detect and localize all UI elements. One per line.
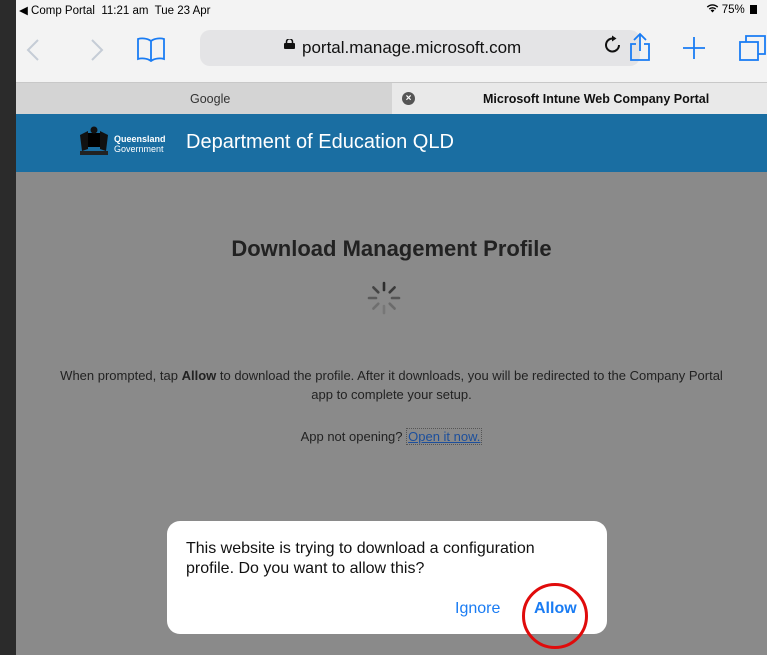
tab-intune-portal[interactable]: × Microsoft Intune Web Company Portal [392,83,767,115]
address-bar[interactable]: portal.manage.microsoft.com [200,30,640,66]
coat-of-arms-icon [80,126,108,155]
wifi-icon [706,4,722,16]
battery-percent: 75% [721,4,745,16]
ignore-button[interactable]: Ignore [455,600,500,618]
back-chevron-icon[interactable] [26,38,40,66]
share-icon[interactable] [628,32,652,66]
instructions-allow-bold: Allow [181,368,217,383]
app-not-opening-text: App not opening? [300,429,407,444]
tab-label: Microsoft Intune Web Company Portal [483,92,710,106]
status-date: Tue 23 Apr [154,5,211,17]
status-left: ◀ Comp Portal 11:21 am Tue 23 Apr [19,3,210,17]
department-title: Department of Education QLD [186,131,454,153]
tab-bar: Google × Microsoft Intune Web Company Po… [16,82,767,115]
instructions-part: When prompted, tap [60,368,182,383]
loading-spinner-icon [367,281,401,315]
logo-line-1: Queensland [114,134,166,144]
bookmarks-book-icon[interactable] [136,36,166,66]
app-not-opening-row: App not opening? Open it now. [16,428,767,445]
site-header-banner: Queensland Government Department of Educ… [16,114,767,172]
page-heading: Download Management Profile [231,236,552,261]
status-right: 75% [706,3,757,16]
open-it-now-link[interactable]: Open it now. [406,428,483,445]
back-to-app-link[interactable]: ◀ Comp Portal [19,5,95,17]
reload-icon[interactable] [604,35,622,61]
highlight-circle-annotation [522,583,588,649]
browser-toolbar: portal.manage.microsoft.com [16,22,767,82]
tabs-overview-icon[interactable] [738,34,767,66]
forward-chevron-icon[interactable] [90,38,104,66]
lock-icon [284,39,295,49]
tab-label: Google [190,92,231,106]
close-tab-icon[interactable]: × [402,92,415,105]
dialog-message: This website is trying to download a con… [186,540,535,577]
address-url: portal.manage.microsoft.com [302,38,522,57]
device-bezel [0,0,16,655]
qld-government-logo-text: Queensland Government [114,134,166,154]
tab-google[interactable]: Google [16,83,392,115]
battery-icon [750,5,757,14]
new-tab-plus-icon[interactable] [682,36,706,64]
status-time: 11:21 am [101,5,149,17]
instructions-text: When prompted, tap Allow to download the… [56,366,727,404]
screen: ◀ Comp Portal 11:21 am Tue 23 Apr 75% po… [0,0,767,655]
logo-line-2: Government [114,144,164,154]
instructions-part: to download the profile. After it downlo… [216,368,723,402]
status-bar: ◀ Comp Portal 11:21 am Tue 23 Apr 75% [16,0,767,22]
